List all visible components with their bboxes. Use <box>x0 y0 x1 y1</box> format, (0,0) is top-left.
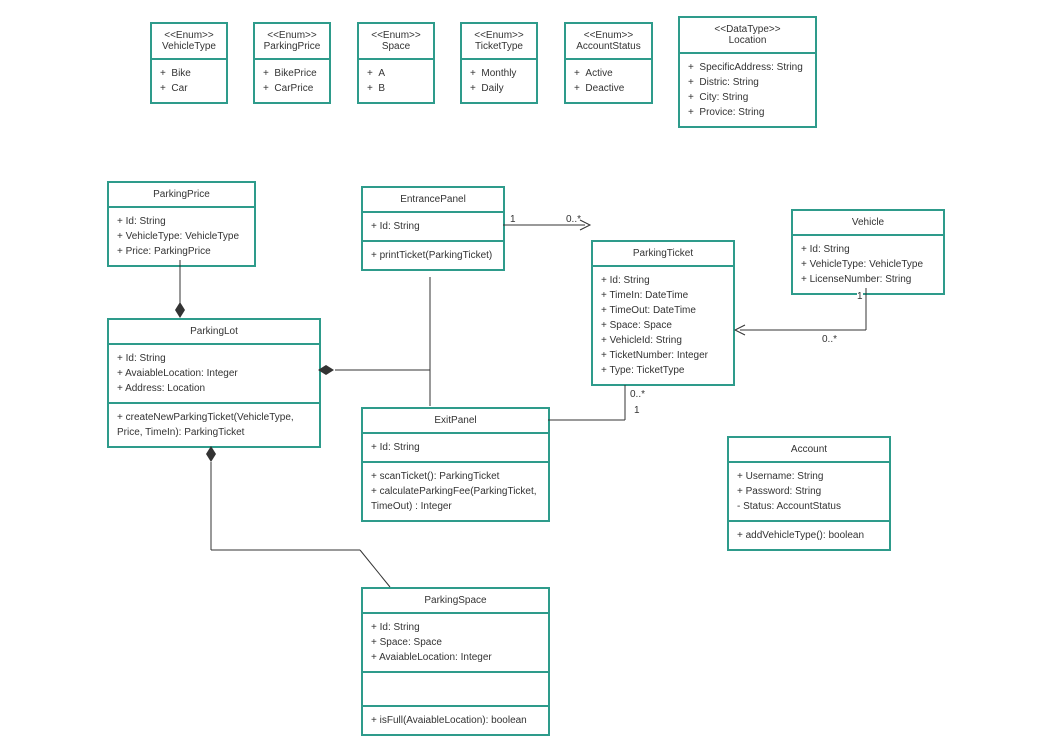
enum-title: <<Enum>> Space <box>359 24 433 60</box>
class-entrancepanel: EntrancePanel + Id: String + printTicket… <box>361 186 505 271</box>
class-attrs: + Id: String + VehicleType: VehicleType … <box>109 208 254 265</box>
mult-vehicle-0n: 0..* <box>822 334 837 345</box>
class-title: ParkingSpace <box>363 589 548 614</box>
enum-title: <<Enum>> TicketType <box>462 24 536 60</box>
class-attrs: + Id: String <box>363 213 503 242</box>
enum-space: <<Enum>> Space + A + B <box>357 22 435 104</box>
class-title: ParkingLot <box>109 320 319 345</box>
class-title: ParkingTicket <box>593 242 733 267</box>
enum-items: + Bike + Car <box>152 60 226 102</box>
class-attrs: + Id: String + Space: Space + AvaiableLo… <box>363 614 548 673</box>
enum-accountstatus: <<Enum>> AccountStatus + Active + Deacti… <box>564 22 653 104</box>
class-ops: + isFull(AvaiableLocation): boolean <box>363 707 548 734</box>
datatype-title: <<DataType>> Location <box>680 18 815 54</box>
datatype-items: + SpecificAddress: String + Distric: Str… <box>680 54 815 126</box>
class-attrs: + Id: String + VehicleType: VehicleType … <box>793 236 943 293</box>
enum-vehicletype: <<Enum>> VehicleType + Bike + Car <box>150 22 228 104</box>
class-ops: + addVehicleType(): boolean <box>729 522 889 549</box>
enum-items: + Monthly + Daily <box>462 60 536 102</box>
enum-title: <<Enum>> AccountStatus <box>566 24 651 60</box>
class-attrs: + Id: String <box>363 434 548 463</box>
class-parkingspace: ParkingSpace + Id: String + Space: Space… <box>361 587 550 736</box>
class-ops: + scanTicket(): ParkingTicket + calculat… <box>363 463 548 520</box>
class-ops: + createNewParkingTicket(VehicleType, Pr… <box>109 404 319 446</box>
mult-vehicle-1: 1 <box>857 291 863 302</box>
enum-tickettype: <<Enum>> TicketType + Monthly + Daily <box>460 22 538 104</box>
class-title: ExitPanel <box>363 409 548 434</box>
class-attrs: + Id: String + AvaiableLocation: Integer… <box>109 345 319 404</box>
class-vehicle: Vehicle + Id: String + VehicleType: Vehi… <box>791 209 945 295</box>
class-empty <box>363 673 548 707</box>
class-title: Account <box>729 438 889 463</box>
class-parkingticket: ParkingTicket + Id: String + TimeIn: Dat… <box>591 240 735 386</box>
enum-items: + BikePrice + CarPrice <box>255 60 329 102</box>
class-attrs: + Id: String + TimeIn: DateTime + TimeOu… <box>593 267 733 384</box>
class-account: Account + Username: String + Password: S… <box>727 436 891 551</box>
enum-title: <<Enum>> VehicleType <box>152 24 226 60</box>
enum-parkingprice: <<Enum>> ParkingPrice + BikePrice + CarP… <box>253 22 331 104</box>
class-attrs: + Username: String + Password: String - … <box>729 463 889 522</box>
class-parkingprice: ParkingPrice + Id: String + VehicleType:… <box>107 181 256 267</box>
class-exitpanel: ExitPanel + Id: String + scanTicket(): P… <box>361 407 550 522</box>
mult-entrance-1: 1 <box>510 214 516 225</box>
mult-exit-1: 1 <box>634 405 640 416</box>
class-parkinglot: ParkingLot + Id: String + AvaiableLocati… <box>107 318 321 448</box>
mult-ticket-0n: 0..* <box>566 214 581 225</box>
enum-items: + A + B <box>359 60 433 102</box>
class-title: Vehicle <box>793 211 943 236</box>
class-title: EntrancePanel <box>363 188 503 213</box>
enum-items: + Active + Deactive <box>566 60 651 102</box>
class-ops: + printTicket(ParkingTicket) <box>363 242 503 269</box>
class-title: ParkingPrice <box>109 183 254 208</box>
enum-title: <<Enum>> ParkingPrice <box>255 24 329 60</box>
datatype-location: <<DataType>> Location + SpecificAddress:… <box>678 16 817 128</box>
mult-ticket-0n-bottom: 0..* <box>630 389 645 400</box>
